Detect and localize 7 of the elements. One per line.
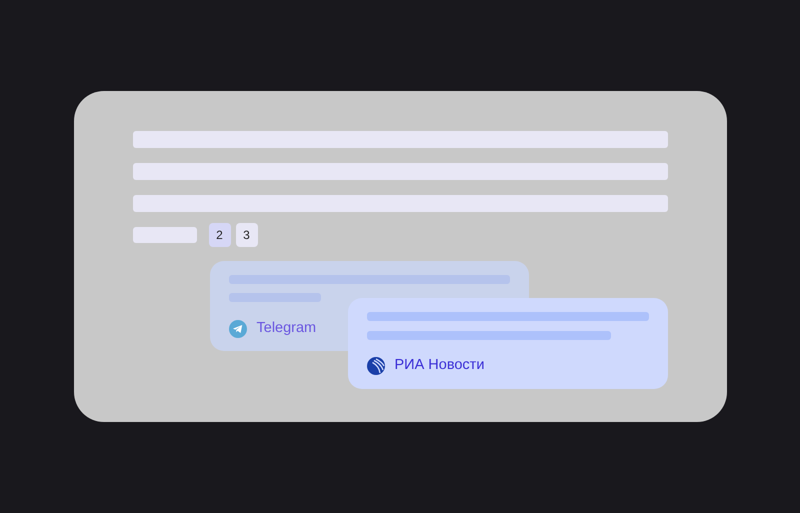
source-name: Telegram — [256, 319, 316, 338]
page-button[interactable]: 2 — [208, 223, 230, 247]
text-placeholder — [132, 227, 196, 243]
page-button[interactable]: 3 — [236, 223, 258, 247]
paper-plane-icon — [228, 320, 246, 338]
source-name: РИА Новости — [394, 356, 484, 375]
globe-icon — [366, 356, 384, 375]
